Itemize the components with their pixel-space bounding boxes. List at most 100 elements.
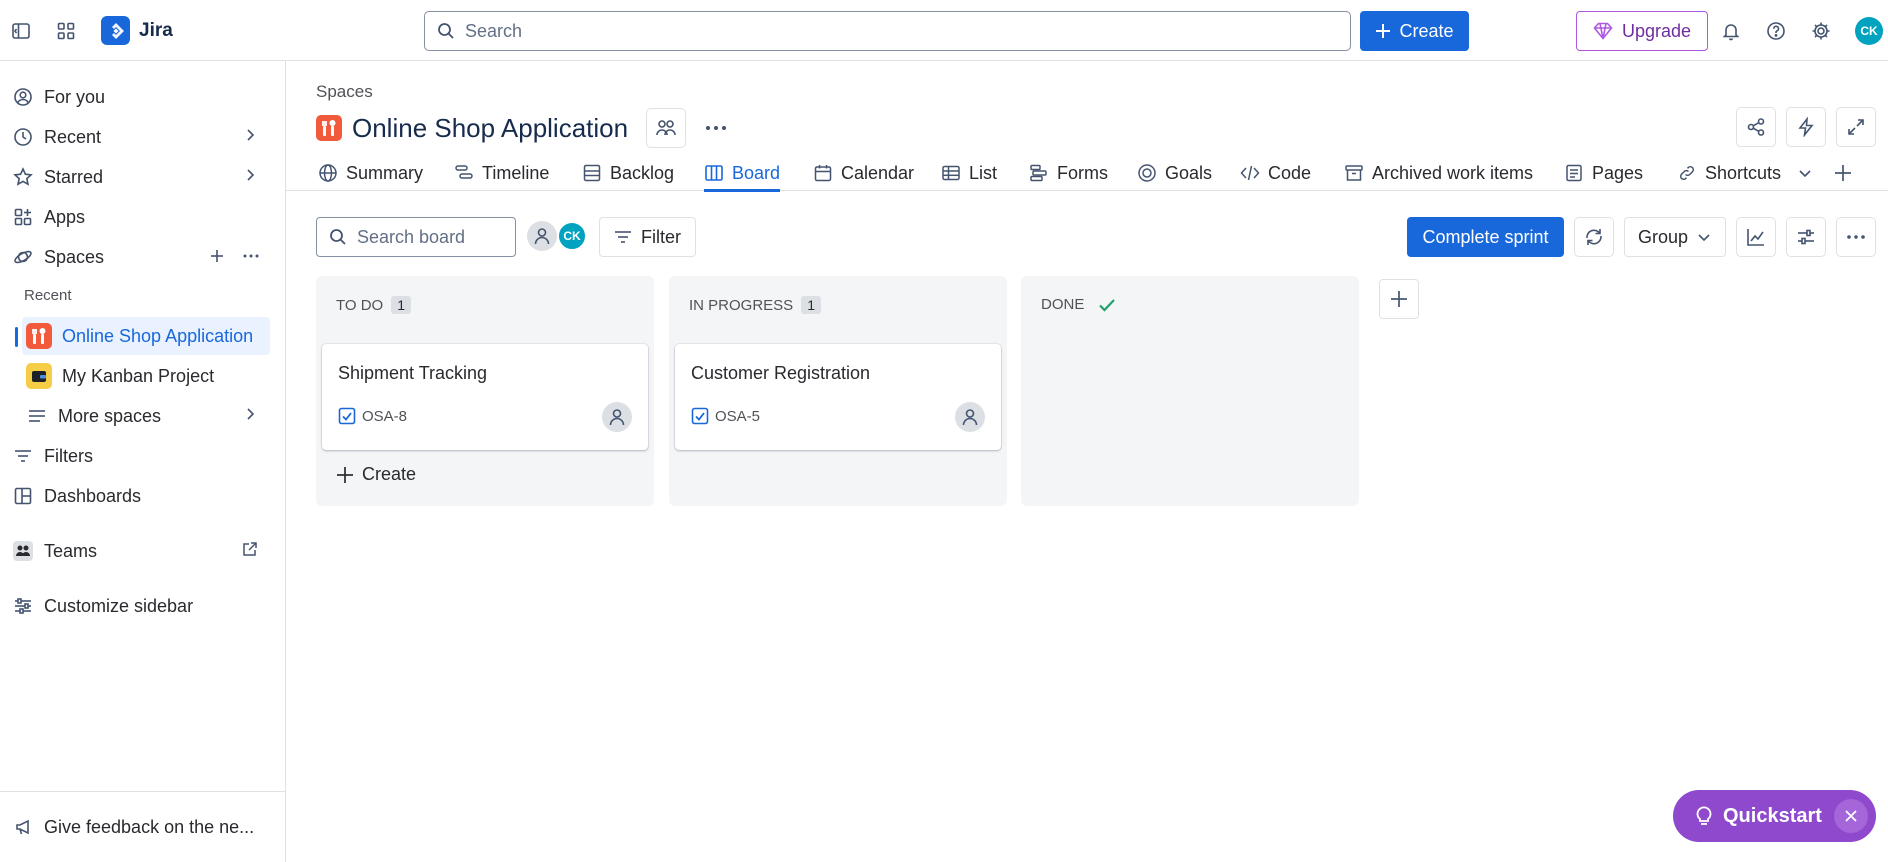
filter-button[interactable]: Filter xyxy=(599,217,696,257)
assignee-avatar-icon[interactable] xyxy=(602,402,632,432)
add-space-plus-icon[interactable] xyxy=(209,248,225,264)
sidebar-item-label: Dashboards xyxy=(44,485,142,506)
sidebar-item-teams[interactable]: Teams xyxy=(8,532,270,570)
breadcrumb[interactable]: Spaces xyxy=(316,82,373,102)
automation-button[interactable] xyxy=(1786,107,1826,147)
code-icon xyxy=(1240,163,1260,183)
board-columns-icon xyxy=(704,163,724,183)
sidebar-item-label: For you xyxy=(44,86,106,107)
chevron-right-icon[interactable] xyxy=(242,167,258,183)
timeline-icon xyxy=(454,163,474,183)
tab-pages[interactable]: Pages xyxy=(1564,155,1643,191)
assignee-avatar-icon[interactable] xyxy=(955,402,985,432)
upgrade-button[interactable]: Upgrade xyxy=(1576,11,1708,51)
tab-list[interactable]: List xyxy=(941,155,997,191)
work-item-card[interactable]: Shipment Tracking OSA-8 xyxy=(322,344,648,450)
jira-logo-icon[interactable] xyxy=(101,16,130,45)
sidebar-item-my-kanban-project[interactable]: My Kanban Project xyxy=(22,357,270,395)
plus-icon xyxy=(1833,163,1853,183)
sidebar-item-spaces[interactable]: Spaces xyxy=(8,238,270,276)
space-members-button[interactable] xyxy=(646,108,687,148)
board-column-done: DONE xyxy=(1021,276,1359,506)
quickstart-button[interactable]: Quickstart xyxy=(1673,790,1876,842)
sidebar-toggle-icon[interactable] xyxy=(4,14,38,48)
more-actions-icon[interactable] xyxy=(696,108,736,148)
person-icon xyxy=(527,221,557,251)
user-avatar-filter[interactable]: CK xyxy=(557,221,587,251)
user-avatar[interactable]: CK xyxy=(1855,17,1883,45)
unassigned-avatar-filter[interactable] xyxy=(527,221,557,251)
group-dropdown[interactable]: Group xyxy=(1624,217,1726,257)
feedback-link[interactable]: Give feedback on the ne... xyxy=(0,791,285,862)
sidebar-item-label: Teams xyxy=(44,540,98,561)
app-name[interactable]: Jira xyxy=(139,20,173,42)
sidebar-item-more-spaces[interactable]: More spaces xyxy=(22,397,270,435)
tab-calendar[interactable]: Calendar xyxy=(813,155,914,191)
tab-label: Archived work items xyxy=(1372,162,1534,183)
sidebar-item-dashboards[interactable]: Dashboards xyxy=(8,477,270,515)
target-icon xyxy=(1137,163,1157,183)
sidebar-item-recent[interactable]: Recent xyxy=(8,118,270,156)
apps-grid-icon xyxy=(12,206,34,228)
card-key[interactable]: OSA-8 xyxy=(338,407,407,425)
external-link-icon[interactable] xyxy=(242,541,258,557)
complete-sprint-button[interactable]: Complete sprint xyxy=(1407,217,1564,257)
board-more-button[interactable] xyxy=(1836,217,1876,257)
sidebar-item-label: Customize sidebar xyxy=(44,595,194,616)
share-button[interactable] xyxy=(1736,107,1776,147)
tab-board[interactable]: Board xyxy=(704,155,781,192)
view-settings-button[interactable] xyxy=(1786,217,1826,257)
tab-code[interactable]: Code xyxy=(1240,155,1311,191)
chevron-down-icon[interactable] xyxy=(1797,165,1813,181)
add-tab-button[interactable] xyxy=(1833,155,1853,191)
tab-summary[interactable]: Summary xyxy=(318,155,423,191)
tab-archived-work-items[interactable]: Archived work items xyxy=(1344,155,1533,191)
column-name: DONE xyxy=(1041,296,1085,313)
more-actions-icon xyxy=(1846,234,1866,240)
fullscreen-button[interactable] xyxy=(1836,107,1876,147)
notifications-bell-icon[interactable] xyxy=(1714,14,1748,48)
tab-backlog[interactable]: Backlog xyxy=(582,155,674,191)
tab-timeline[interactable]: Timeline xyxy=(454,155,549,191)
spaces-orbit-icon xyxy=(12,246,34,268)
column-header[interactable]: TO DO 1 xyxy=(336,296,412,314)
list-lines-icon xyxy=(26,405,48,427)
expand-icon xyxy=(1846,117,1866,137)
add-column-button[interactable] xyxy=(1379,279,1419,319)
work-item-card[interactable]: Customer Registration OSA-5 xyxy=(675,344,1001,450)
app-switcher-icon[interactable] xyxy=(49,14,83,48)
create-button[interactable]: Create xyxy=(1360,11,1469,51)
help-icon[interactable] xyxy=(1759,14,1793,48)
sidebar-item-filters[interactable]: Filters xyxy=(8,437,270,475)
close-icon[interactable] xyxy=(1834,799,1868,833)
column-name: IN PROGRESS xyxy=(689,296,794,314)
card-key[interactable]: OSA-5 xyxy=(691,407,760,425)
sidebar-item-starred[interactable]: Starred xyxy=(8,158,270,196)
insights-button[interactable] xyxy=(1736,217,1776,257)
top-navigation: Jira Search Create Upgrade CK xyxy=(0,0,1888,61)
more-actions-icon[interactable] xyxy=(242,248,260,264)
column-header[interactable]: DONE xyxy=(1041,296,1116,313)
settings-gear-icon[interactable] xyxy=(1804,14,1838,48)
task-checkbox-icon xyxy=(338,407,356,425)
search-icon xyxy=(437,22,455,40)
sidebar-item-customize[interactable]: Customize sidebar xyxy=(8,587,270,625)
sidebar-item-apps[interactable]: Apps xyxy=(8,198,270,236)
sidebar-item-for-you[interactable]: For you xyxy=(8,78,270,116)
chevron-right-icon[interactable] xyxy=(242,127,258,143)
board-search-input[interactable]: Search board xyxy=(316,217,516,257)
tab-label: Shortcuts xyxy=(1705,162,1782,183)
tab-goals[interactable]: Goals xyxy=(1137,155,1212,191)
search-placeholder: Search xyxy=(465,20,523,41)
sprint-refresh-button[interactable] xyxy=(1574,217,1614,257)
tab-forms[interactable]: Forms xyxy=(1029,155,1108,191)
chevron-right-icon[interactable] xyxy=(242,406,258,422)
tab-shortcuts[interactable]: Shortcuts xyxy=(1677,155,1813,191)
sidebar-item-online-shop-application[interactable]: Online Shop Application xyxy=(22,317,270,355)
column-header[interactable]: IN PROGRESS 1 xyxy=(689,296,821,314)
tab-label: Goals xyxy=(1165,162,1213,183)
column-count-badge: 1 xyxy=(801,296,821,314)
create-work-item-button[interactable]: Create xyxy=(336,464,416,485)
tab-label: Board xyxy=(732,162,781,183)
global-search-input[interactable]: Search xyxy=(424,11,1351,51)
